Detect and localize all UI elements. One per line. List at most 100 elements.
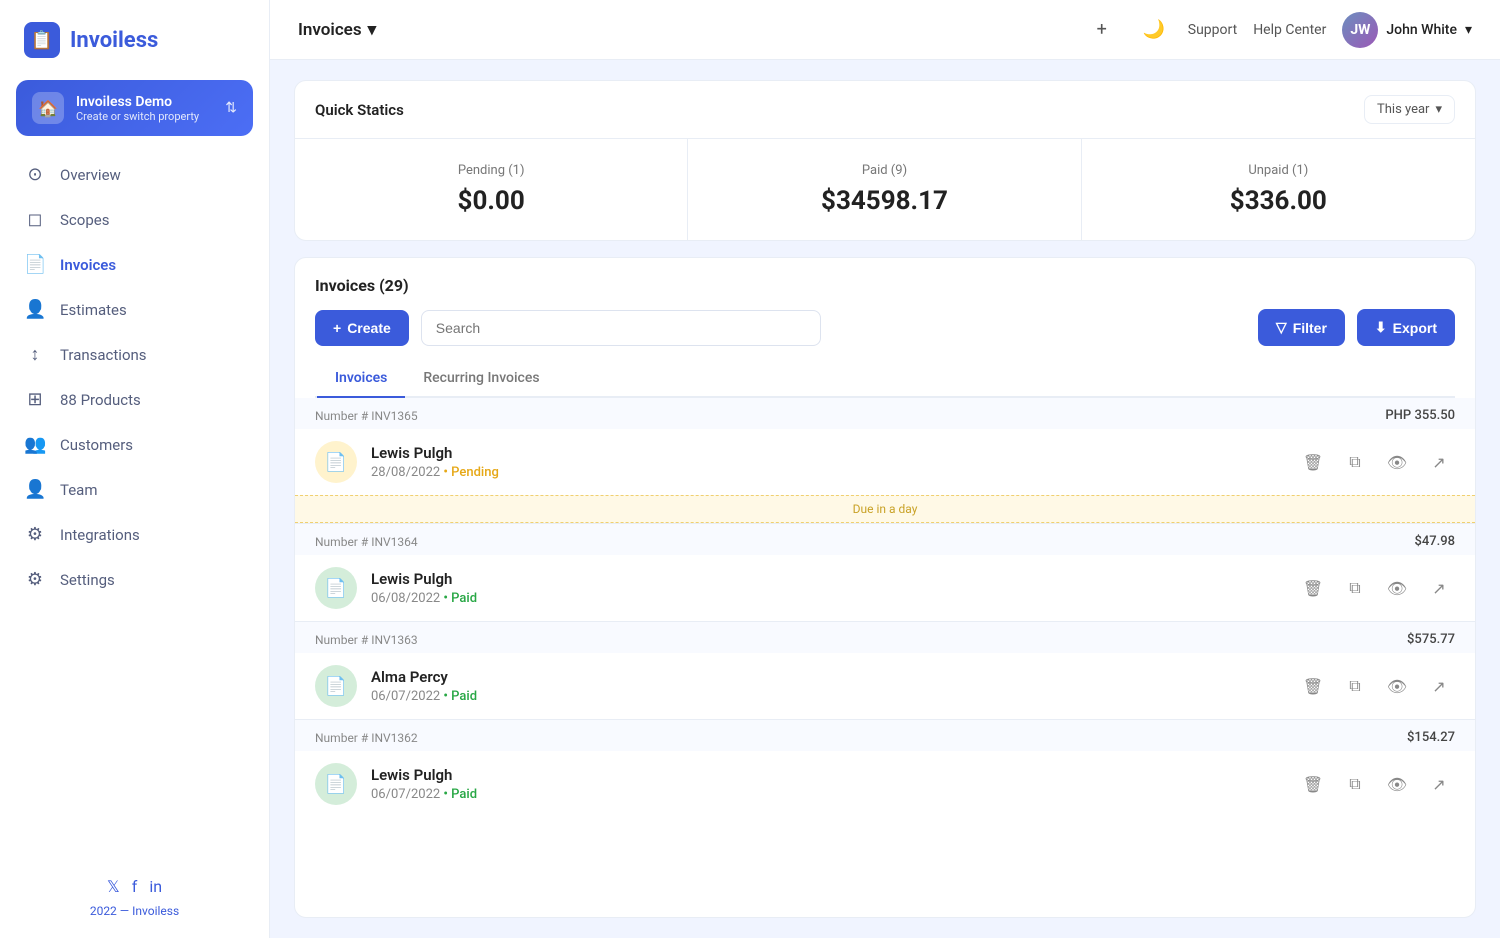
plus-icon: + <box>1097 19 1107 40</box>
invoice-info: Alma Percy 06/07/2022 • Paid <box>371 668 1283 704</box>
overview-icon: ⊙ <box>24 164 46 185</box>
view-button[interactable]: 👁 <box>1381 572 1413 604</box>
delete-button[interactable]: 🗑 <box>1297 446 1329 478</box>
linkedin-icon[interactable]: in <box>149 877 162 896</box>
topbar: Invoices ▾ + 🌙 Support Help Center JW Jo… <box>270 0 1500 60</box>
invoice-customer-name: Lewis Pulgh <box>371 444 1283 462</box>
invoice-actions: 🗑 ⧉ 👁 ↗ <box>1297 768 1455 800</box>
due-notice: Due in a day <box>295 495 1475 523</box>
topbar-title-text: Invoices <box>298 20 362 40</box>
table-row: 📄 Lewis Pulgh 06/08/2022 • Paid 🗑 ⧉ 👁 ↗ <box>295 555 1475 621</box>
delete-button[interactable]: 🗑 <box>1297 768 1329 800</box>
external-link-button[interactable]: ↗ <box>1423 446 1455 478</box>
sidebar-item-customers[interactable]: 👥 Customers <box>0 422 269 467</box>
integrations-icon: ⚙ <box>24 524 46 545</box>
invoice-number: Number # INV1362 <box>315 731 418 745</box>
invoice-status-badge: • Paid <box>443 689 477 704</box>
quick-stats-header: Quick Statics This year ▾ <box>295 81 1475 139</box>
view-button[interactable]: 👁 <box>1381 446 1413 478</box>
sidebar-item-scopes[interactable]: ◻ Scopes <box>0 197 269 242</box>
year-selector[interactable]: This year ▾ <box>1364 95 1455 124</box>
delete-button[interactable]: 🗑 <box>1297 572 1329 604</box>
export-icon: ⬇ <box>1375 319 1387 336</box>
sidebar-item-products[interactable]: ⊞ 88 Products <box>0 377 269 422</box>
search-input[interactable] <box>421 310 821 346</box>
invoice-amount: $154.27 <box>1407 730 1455 745</box>
view-button[interactable]: 👁 <box>1381 768 1413 800</box>
quick-stats-title: Quick Statics <box>315 101 404 119</box>
invoice-row-header: Number # INV1362 $154.27 <box>295 720 1475 751</box>
create-button[interactable]: + Create <box>315 310 409 346</box>
invoice-group: Number # INV1364 $47.98 📄 Lewis Pulgh 06… <box>295 524 1475 622</box>
theme-toggle-button[interactable]: 🌙 <box>1136 12 1172 48</box>
view-button[interactable]: 👁 <box>1381 670 1413 702</box>
sidebar-nav: ⊙ Overview ◻ Scopes 📄 Invoices 👤 Estimat… <box>0 152 269 602</box>
invoice-customer-name: Lewis Pulgh <box>371 570 1283 588</box>
property-name: Invoiless Demo <box>76 94 213 110</box>
tab-invoices[interactable]: Invoices <box>317 360 405 398</box>
invoice-amount: $47.98 <box>1414 534 1455 549</box>
topbar-title[interactable]: Invoices ▾ <box>298 20 376 40</box>
export-button[interactable]: ⬇ Export <box>1357 309 1455 346</box>
support-link[interactable]: Support <box>1188 22 1237 38</box>
customers-icon: 👥 <box>24 434 46 455</box>
invoice-row-header: Number # INV1364 $47.98 <box>295 524 1475 555</box>
logo[interactable]: 📋 Invoiless <box>0 0 269 80</box>
export-label: Export <box>1393 320 1437 336</box>
logo-icon: 📋 <box>24 22 60 58</box>
stat-unpaid-label: Unpaid (1) <box>1102 163 1455 178</box>
topbar-chevron-icon: ▾ <box>368 20 377 40</box>
facebook-icon[interactable]: f <box>132 877 138 896</box>
year-selector-text: This year <box>1377 102 1429 117</box>
invoice-info: Lewis Pulgh 06/07/2022 • Paid <box>371 766 1283 802</box>
transactions-icon: ↕ <box>24 344 46 365</box>
stat-unpaid: Unpaid (1) $336.00 <box>1082 139 1475 240</box>
copy-button[interactable]: ⧉ <box>1339 768 1371 800</box>
invoice-doc-icon: 📄 <box>315 441 357 483</box>
sidebar-footer: 𝕏 f in 2022 — Invoiless <box>0 857 269 938</box>
user-menu[interactable]: JW John White ▾ <box>1342 12 1472 48</box>
filter-label: Filter <box>1293 320 1327 336</box>
invoice-amount: PHP 355.50 <box>1385 408 1455 423</box>
invoice-doc-icon: 📄 <box>315 665 357 707</box>
invoices-toolbar: + Create ▽ Filter ⬇ Export <box>315 309 1455 346</box>
invoice-number: Number # INV1364 <box>315 535 418 549</box>
sidebar-item-overview[interactable]: ⊙ Overview <box>0 152 269 197</box>
copy-button[interactable]: ⧉ <box>1339 446 1371 478</box>
invoice-number: Number # INV1363 <box>315 633 418 647</box>
avatar: JW <box>1342 12 1378 48</box>
external-link-button[interactable]: ↗ <box>1423 768 1455 800</box>
invoice-status-badge: • Pending <box>443 465 498 480</box>
estimates-icon: 👤 <box>24 299 46 320</box>
sidebar-item-settings[interactable]: ⚙ Settings <box>0 557 269 602</box>
stat-paid: Paid (9) $34598.17 <box>688 139 1081 240</box>
delete-button[interactable]: 🗑 <box>1297 670 1329 702</box>
stat-pending: Pending (1) $0.00 <box>295 139 688 240</box>
invoice-date: 06/07/2022 • Paid <box>371 689 1283 704</box>
copy-button[interactable]: ⧉ <box>1339 670 1371 702</box>
property-sub: Create or switch property <box>76 110 213 123</box>
table-row: 📄 Lewis Pulgh 28/08/2022 • Pending 🗑 ⧉ 👁… <box>295 429 1475 495</box>
external-link-button[interactable]: ↗ <box>1423 670 1455 702</box>
invoice-group: Number # INV1365 PHP 355.50 📄 Lewis Pulg… <box>295 398 1475 524</box>
sidebar-item-label: Settings <box>60 571 115 589</box>
help-center-link[interactable]: Help Center <box>1253 22 1326 38</box>
add-button[interactable]: + <box>1084 12 1120 48</box>
property-switcher[interactable]: 🏠 Invoiless Demo Create or switch proper… <box>16 80 253 136</box>
sidebar-item-integrations[interactable]: ⚙ Integrations <box>0 512 269 557</box>
logo-text: Invoiless <box>70 28 158 53</box>
sidebar-item-transactions[interactable]: ↕ Transactions <box>0 332 269 377</box>
invoice-status-badge: • Paid <box>443 787 477 802</box>
copy-button[interactable]: ⧉ <box>1339 572 1371 604</box>
invoice-date: 06/07/2022 • Paid <box>371 787 1283 802</box>
sidebar-item-invoices[interactable]: 📄 Invoices <box>0 242 269 287</box>
sidebar-item-estimates[interactable]: 👤 Estimates <box>0 287 269 332</box>
twitter-icon[interactable]: 𝕏 <box>107 877 120 896</box>
invoices-section: Invoices (29) + Create ▽ Filter ⬇ Export <box>294 257 1476 918</box>
filter-button[interactable]: ▽ Filter <box>1258 309 1345 346</box>
sidebar-item-team[interactable]: 👤 Team <box>0 467 269 512</box>
external-link-button[interactable]: ↗ <box>1423 572 1455 604</box>
tab-recurring-invoices[interactable]: Recurring Invoices <box>405 360 557 398</box>
moon-icon: 🌙 <box>1143 19 1165 40</box>
stat-pending-value: $0.00 <box>315 186 667 216</box>
